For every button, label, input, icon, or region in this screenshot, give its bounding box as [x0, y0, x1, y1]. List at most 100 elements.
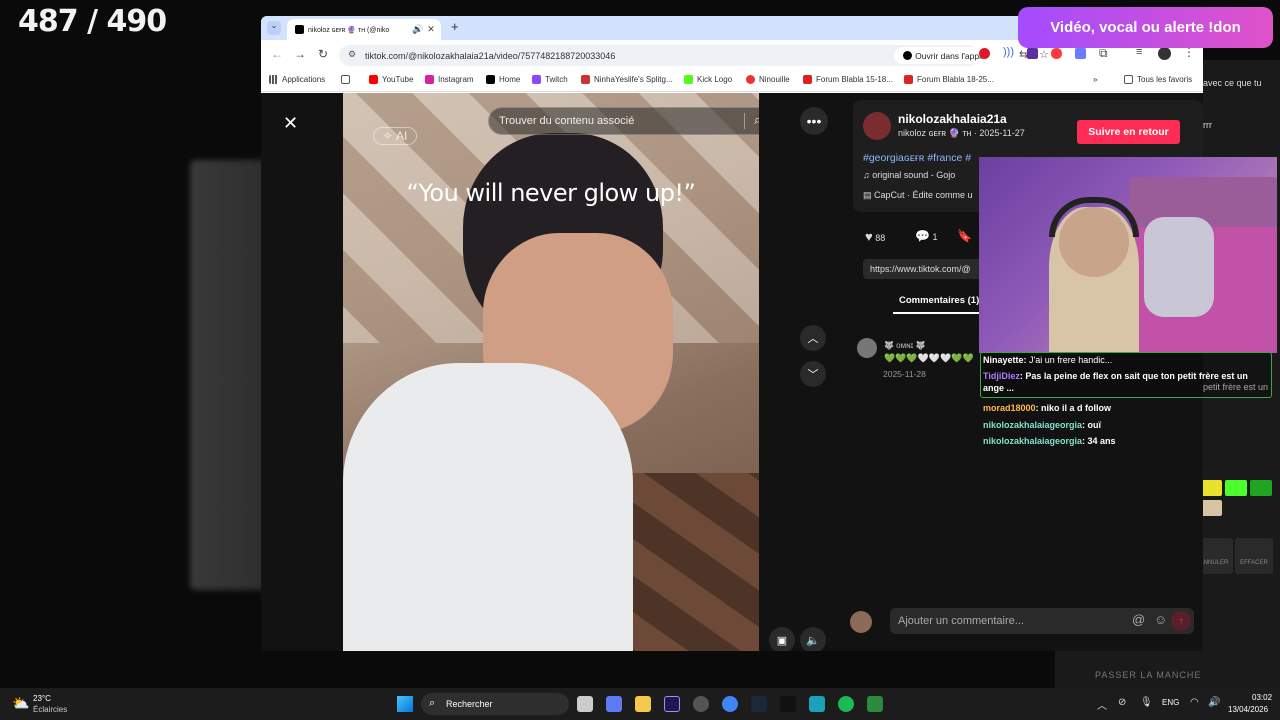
bookmark-twitch[interactable]: Twitch — [532, 75, 568, 84]
video-player[interactable]: Trouver du contenu associé ⌕ ✧ AI “You w… — [343, 93, 759, 651]
bookmark-applications[interactable]: Applications — [269, 75, 325, 84]
search-icon[interactable]: ⌕ — [754, 112, 759, 128]
chrome-icon[interactable] — [722, 696, 738, 712]
bookmarks-overflow-icon[interactable]: » — [1093, 75, 1097, 84]
post-username[interactable]: nikolozakhalaia21a — [898, 112, 1007, 126]
bookmark-label: YouTube — [382, 75, 414, 84]
task-view-icon[interactable] — [577, 696, 593, 712]
wifi-icon[interactable]: ◠ — [1190, 697, 1199, 708]
follow-back-button[interactable]: Suivre en retour — [1077, 120, 1180, 144]
emoji-icon[interactable]: ☺ — [1154, 612, 1167, 627]
chat-username[interactable]: nikolozakhalaiageorgia — [983, 420, 1082, 430]
chat-text: 34 ans — [1087, 436, 1116, 446]
capcut-row[interactable]: ▤ CapCut · Édite comme u — [863, 190, 973, 201]
new-tab-icon[interactable]: + — [451, 19, 459, 34]
clear-button[interactable]: EFFACER — [1235, 538, 1273, 574]
weather-icon[interactable]: ⛅ — [12, 695, 29, 712]
reload-icon[interactable]: ↻ — [318, 47, 328, 61]
color-swatch-beige[interactable] — [1200, 500, 1222, 516]
bookmark-home[interactable]: Home — [486, 75, 520, 84]
audio-icon[interactable]: 🔊 — [412, 24, 423, 35]
bookmark-label: Applications — [282, 75, 326, 84]
obs-icon[interactable] — [693, 696, 709, 712]
open-in-app-button[interactable]: Ouvrir dans l'appli — [894, 47, 992, 64]
more-options-icon[interactable]: ••• — [800, 107, 828, 135]
start-icon[interactable] — [397, 696, 413, 712]
avatar[interactable] — [863, 112, 891, 140]
related-search-input[interactable]: Trouver du contenu associé ⌕ — [488, 107, 759, 135]
steam-icon[interactable] — [751, 696, 767, 712]
extension-shield-icon[interactable] — [1075, 48, 1086, 59]
bookmark-splitgate[interactable]: NinhaYeslife's Splitg... — [581, 75, 673, 84]
taskbar-search[interactable]: ⌕ Rechercher — [421, 693, 569, 715]
file-explorer-icon[interactable] — [635, 696, 651, 712]
extension-red-icon[interactable] — [1051, 48, 1062, 59]
url-input[interactable]: ⚙ tiktok.com/@nikolozakhalaia21a/video/7… — [339, 45, 1049, 66]
widgets-icon[interactable] — [606, 696, 622, 712]
volume-icon[interactable]: 🔊 — [1208, 697, 1220, 708]
network-off-icon[interactable]: ⊘ — [1118, 697, 1126, 708]
color-swatch-green[interactable] — [1250, 480, 1272, 496]
site-info-icon[interactable]: ⚙ — [348, 49, 356, 60]
profile-avatar[interactable] — [1158, 47, 1171, 60]
miniplayer-icon[interactable]: ▣ — [769, 627, 795, 651]
tab-tiktok[interactable]: nikoloz ɢᴇғʀ 🔮 ᴛʜ (@niko 🔊 ✕ — [287, 19, 441, 40]
chat-username[interactable]: nikolozakhalaiageorgia — [983, 436, 1082, 446]
next-video-icon[interactable]: ﹀ — [800, 361, 826, 387]
weather-desc: Éclaircies — [33, 705, 68, 714]
kpp-icon[interactable] — [867, 696, 883, 712]
bookmark-kick[interactable]: Kick Logo — [684, 75, 732, 84]
opera-extension-icon[interactable] — [979, 48, 990, 59]
bookmark-icon[interactable]: 🔖 — [957, 229, 972, 243]
bookmark-grid[interactable] — [341, 75, 350, 84]
tiktok-icon[interactable] — [780, 696, 796, 712]
comment-username[interactable]: 🐺 ᴏᴍɴɪ 🐺 — [884, 341, 926, 350]
clock-time[interactable]: 03:02 — [1252, 693, 1272, 702]
close-tab-icon[interactable]: ✕ — [427, 24, 435, 35]
comment-avatar[interactable] — [857, 338, 877, 358]
comments-tab[interactable]: Commentaires (1) — [899, 295, 979, 306]
comment-button[interactable]: 💬 1 — [915, 229, 937, 243]
bookmark-star-icon[interactable]: ☆ — [1039, 48, 1049, 61]
bookmark-label: Forum Blabla 15-18... — [816, 75, 893, 84]
color-swatch-yellow[interactable] — [1200, 480, 1222, 496]
post-hashtags[interactable]: #georgiaɢᴇғʀ #france # — [863, 152, 971, 164]
tray-overflow-icon[interactable]: ︿ — [1097, 697, 1107, 712]
forward-icon[interactable]: → — [294, 47, 306, 61]
add-comment-input[interactable]: Ajouter un commentaire... @ ☺ — [890, 608, 1194, 634]
tiktok-favicon-icon — [295, 25, 304, 34]
premiere-icon[interactable] — [664, 696, 680, 712]
close-icon[interactable]: ✕ — [283, 113, 298, 134]
extension-purple-icon[interactable] — [1027, 48, 1038, 59]
score-counter: 487 / 490 — [18, 4, 167, 39]
tab-search-icon[interactable]: ⌄ — [267, 21, 281, 35]
bookmark-instagram[interactable]: Instagram — [425, 75, 474, 84]
send-comment-icon[interactable]: ↑ — [1171, 611, 1191, 631]
extensions-icon[interactable]: ⧉ — [1099, 46, 1108, 61]
weather-temp[interactable]: 23°C — [33, 694, 51, 703]
spotify-icon[interactable] — [838, 696, 854, 712]
chat-username[interactable]: morad18000 — [983, 403, 1036, 413]
skip-round-button[interactable]: PASSER LA MANCHE — [1095, 670, 1201, 680]
bookmark-ninouille[interactable]: Ninouille — [746, 75, 790, 84]
app-icon[interactable] — [809, 696, 825, 712]
bookmark-forum-18-25[interactable]: Forum Blabla 18-25... — [904, 75, 994, 84]
clock-date[interactable]: 13/04/2026 — [1228, 705, 1268, 714]
tiktok-icon — [903, 51, 913, 60]
chat-username[interactable]: TidjiDiez — [983, 371, 1020, 381]
sound-row[interactable]: ♫ original sound - Gojo — [863, 170, 955, 180]
volume-icon[interactable]: 🔈 — [800, 627, 826, 651]
like-button[interactable]: ♥ 88 — [865, 229, 885, 244]
extension-audio-icon[interactable]: ))) — [1003, 46, 1014, 58]
back-icon[interactable]: ← — [271, 47, 283, 61]
copy-link-field[interactable]: https://www.tiktok.com/@ — [863, 259, 983, 279]
all-bookmarks[interactable]: Tous les favoris — [1124, 75, 1192, 84]
language-indicator[interactable]: ENG — [1162, 698, 1179, 707]
bookmark-forum-15-18[interactable]: Forum Blabla 15-18... — [803, 75, 893, 84]
previous-video-icon[interactable]: ︿ — [800, 325, 826, 351]
bookmark-youtube[interactable]: YouTube — [369, 75, 413, 84]
color-swatch-lime[interactable] — [1225, 480, 1247, 496]
microphone-icon[interactable]: 🎙 — [1140, 697, 1153, 708]
chat-username[interactable]: Ninayette — [983, 355, 1024, 365]
mention-icon[interactable]: @ — [1132, 612, 1145, 627]
